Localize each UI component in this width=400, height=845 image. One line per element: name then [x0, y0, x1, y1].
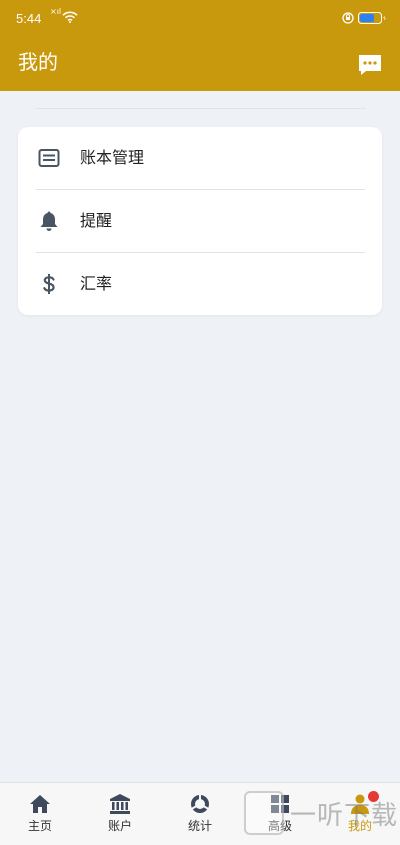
battery-icon [358, 12, 386, 24]
nav-label: 主页 [27, 819, 52, 833]
stats-icon [190, 794, 210, 813]
message-icon[interactable] [357, 53, 383, 77]
home-icon [30, 795, 50, 813]
menu-label: 提醒 [80, 211, 113, 230]
watermark-text: 一听下载 [289, 800, 398, 831]
app-header: 5:44 ×ıl 我的 [0, 0, 400, 91]
menu-item-reminder[interactable]: 提醒 [18, 190, 382, 252]
signal-indicator: ×ıl [50, 7, 62, 16]
menu-item-ledger[interactable]: 账本管理 [18, 127, 382, 189]
page-title: 我的 [18, 50, 58, 74]
watermark: 一听下载 [238, 788, 398, 838]
menu-label: 账本管理 [80, 148, 145, 167]
bell-icon [40, 211, 58, 231]
nav-statistics[interactable]: 统计 [160, 783, 240, 845]
menu-label: 汇率 [80, 274, 113, 293]
status-icons [342, 11, 386, 25]
status-time: 5:44 [16, 11, 42, 26]
alarm-icon [342, 12, 354, 24]
nav-home[interactable]: 主页 [0, 783, 80, 845]
bank-icon [110, 794, 130, 814]
ledger-icon [38, 149, 60, 167]
divider [36, 108, 366, 109]
wifi-icon [62, 11, 78, 23]
menu-item-exchange-rate[interactable]: 汇率 [18, 253, 382, 315]
menu-card: 账本管理 提醒 汇率 [18, 127, 382, 315]
nav-accounts[interactable]: 账户 [80, 783, 160, 845]
nav-label: 账户 [107, 819, 132, 833]
watermark-logo [243, 791, 284, 835]
status-bar: 5:44 ×ıl [0, 0, 400, 36]
dollar-icon [43, 274, 55, 294]
nav-label: 统计 [187, 819, 212, 833]
